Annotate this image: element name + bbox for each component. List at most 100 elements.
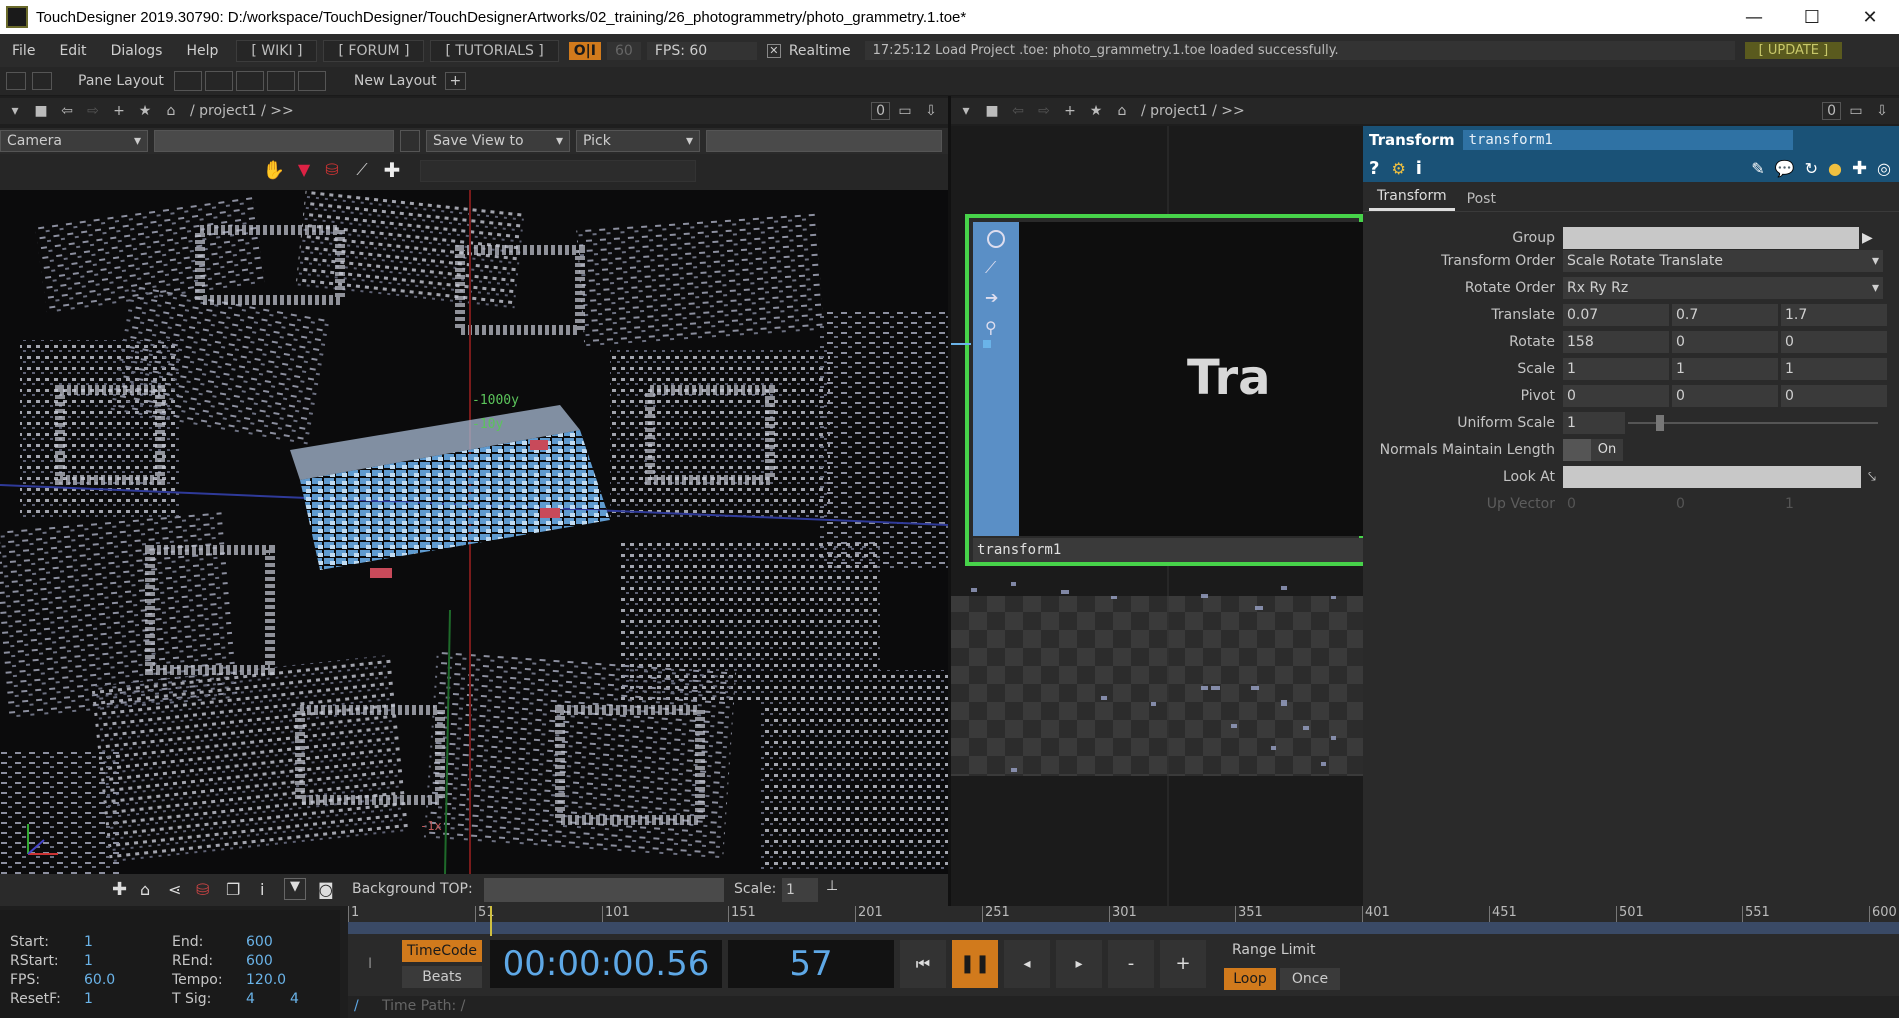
comment-icon[interactable]: 💬: [1775, 159, 1795, 178]
geometry-viewport[interactable]: -1000y -10y -1x: [0, 190, 948, 874]
left-network-path[interactable]: / project1 / >>: [190, 103, 294, 119]
translate-y-field[interactable]: 0.7: [1672, 304, 1778, 326]
copy-icon[interactable]: ❐: [226, 880, 240, 899]
faster-button[interactable]: +: [1160, 940, 1206, 988]
pane-download-icon[interactable]: ⇩: [920, 101, 942, 121]
network-editor[interactable]: ⟋ ➔ ⚲ Tra transform1: [951, 126, 1363, 906]
step-back-button[interactable]: ◂: [1004, 940, 1050, 988]
scale-x-field[interactable]: 1: [1563, 358, 1669, 380]
pause-button[interactable]: ❚❚: [952, 940, 998, 988]
transform1-node[interactable]: ⟋ ➔ ⚲ Tra transform1: [965, 214, 1363, 566]
loop-toggle[interactable]: Loop: [1224, 968, 1276, 990]
menu-file[interactable]: File: [0, 43, 47, 59]
pick-dropdown[interactable]: Pick ▾: [576, 130, 700, 152]
tempo-value[interactable]: 120.0: [246, 972, 286, 988]
look-at-picker-icon[interactable]: ⤥: [1868, 469, 1876, 485]
help-icon[interactable]: ?: [1369, 158, 1379, 179]
reload-icon[interactable]: ↻: [1805, 159, 1818, 178]
rend-value[interactable]: 600: [246, 953, 273, 969]
menu-edit[interactable]: Edit: [47, 43, 98, 59]
tool-option-field[interactable]: [420, 160, 696, 182]
background-top-field[interactable]: [484, 878, 724, 902]
timeline-playhead[interactable]: [490, 906, 492, 936]
tab-post[interactable]: Post: [1459, 187, 1504, 211]
right-network-path[interactable]: / project1 / >>: [1141, 103, 1245, 119]
timeline-ruler[interactable]: 1 51 101 151 201 251 301 351 401 451 501 551 600: [348, 905, 1899, 936]
scale-field[interactable]: 1: [782, 878, 818, 902]
scale-z-field[interactable]: 1: [1781, 358, 1887, 380]
python-icon[interactable]: ●: [1828, 159, 1842, 178]
transform-icon[interactable]: ⛁: [196, 880, 209, 899]
time-display[interactable]: 00:00:00.56: [490, 940, 722, 988]
layout-split-vertical-icon[interactable]: [204, 71, 233, 91]
add-tool-icon[interactable]: ✚: [380, 158, 404, 182]
rotate-z-field[interactable]: 0: [1781, 331, 1887, 353]
timeline-range-bar[interactable]: [348, 922, 1899, 934]
snapshot-camera-icon[interactable]: ◙: [318, 880, 334, 899]
minimize-button[interactable]: —: [1725, 0, 1783, 34]
add-icon[interactable]: +: [108, 101, 130, 121]
tab-transform[interactable]: Transform: [1369, 184, 1455, 211]
info-icon[interactable]: i: [260, 880, 264, 899]
pivot-y-field[interactable]: 0: [1672, 385, 1778, 407]
slower-button[interactable]: -: [1108, 940, 1154, 988]
forward-icon[interactable]: ⇨: [82, 101, 104, 121]
bookmark-star-icon[interactable]: ★: [1085, 101, 1107, 121]
scale-slider-icon[interactable]: ⊥: [826, 878, 838, 894]
uniform-scale-slider[interactable]: [1628, 412, 1878, 434]
camera-dropdown[interactable]: Camera ▾: [0, 130, 148, 152]
python-help-icon[interactable]: ⚙: [1391, 159, 1405, 178]
frame-display[interactable]: 57: [728, 940, 894, 988]
pick-field[interactable]: [706, 130, 942, 152]
tutorials-button[interactable]: [ TUTORIALS ]: [430, 39, 559, 62]
forum-button[interactable]: [ FORUM ]: [323, 39, 425, 62]
node-name-label[interactable]: transform1: [973, 538, 1363, 562]
new-layout-button[interactable]: +: [444, 72, 467, 90]
timecode-toggle[interactable]: TimeCode: [402, 940, 482, 962]
maximize-pane-icon[interactable]: ▭: [1845, 101, 1867, 121]
rotate-y-field[interactable]: 0: [1672, 331, 1778, 353]
layout-split-horizontal-icon[interactable]: [235, 71, 264, 91]
node-viewer-toggle-icon[interactable]: [987, 230, 1005, 248]
share-icon[interactable]: ⋖: [168, 880, 181, 899]
rotate-x-field[interactable]: 158: [1563, 331, 1669, 353]
rotate-order-dropdown[interactable]: Rx Ry Rz ▾: [1563, 277, 1883, 299]
group-field[interactable]: [1563, 227, 1859, 249]
info-icon[interactable]: i: [1416, 158, 1422, 179]
tsig-numerator[interactable]: 4: [246, 991, 255, 1007]
bookmark-star-icon[interactable]: ★: [134, 101, 156, 121]
node-arrow-icon[interactable]: ➔: [985, 288, 998, 307]
rewind-start-button[interactable]: ⏮: [900, 940, 946, 988]
fps-limit-field[interactable]: 60: [607, 41, 641, 60]
translate-z-field[interactable]: 1.7: [1781, 304, 1887, 326]
transform-order-dropdown[interactable]: Scale Rotate Translate ▾: [1563, 250, 1883, 272]
beats-toggle[interactable]: Beats: [402, 966, 482, 988]
wiki-button[interactable]: [ WIKI ]: [236, 39, 318, 62]
once-toggle[interactable]: Once: [1280, 968, 1340, 990]
forward-icon[interactable]: ⇨: [1033, 101, 1055, 121]
camera-home-icon[interactable]: ⌂: [140, 880, 150, 899]
home-icon[interactable]: ⌂: [160, 101, 182, 121]
node-export-icon[interactable]: ⟋: [985, 258, 996, 278]
perform-mode-toggle[interactable]: O|I: [568, 41, 601, 60]
menu-help[interactable]: Help: [174, 43, 230, 59]
node-input-connector[interactable]: [983, 340, 991, 348]
translate-x-field[interactable]: 0.07: [1563, 304, 1669, 326]
update-button[interactable]: [ UPDATE ]: [1744, 42, 1843, 59]
op-name-field[interactable]: transform1: [1462, 130, 1793, 150]
pane-menu-icon[interactable]: ▾: [955, 101, 977, 121]
layout-three-icon[interactable]: [266, 71, 295, 91]
save-view-dropdown[interactable]: Save View to ▾: [426, 130, 570, 152]
time-path-slash[interactable]: /: [354, 998, 359, 1014]
step-forward-button[interactable]: ▸: [1056, 940, 1102, 988]
add-object-icon[interactable]: ✚: [112, 879, 127, 900]
camera-field[interactable]: [154, 130, 394, 152]
back-icon[interactable]: ⇦: [1007, 101, 1029, 121]
network-icon[interactable]: [32, 72, 52, 90]
viewer-menu-icon[interactable]: ▼: [284, 878, 306, 900]
left-pane-zero[interactable]: 0: [871, 102, 890, 120]
start-value[interactable]: 1: [84, 934, 93, 950]
stop-icon[interactable]: ■: [981, 101, 1003, 121]
edit-icon[interactable]: ✎: [1751, 159, 1764, 178]
pivot-z-field[interactable]: 0: [1781, 385, 1887, 407]
